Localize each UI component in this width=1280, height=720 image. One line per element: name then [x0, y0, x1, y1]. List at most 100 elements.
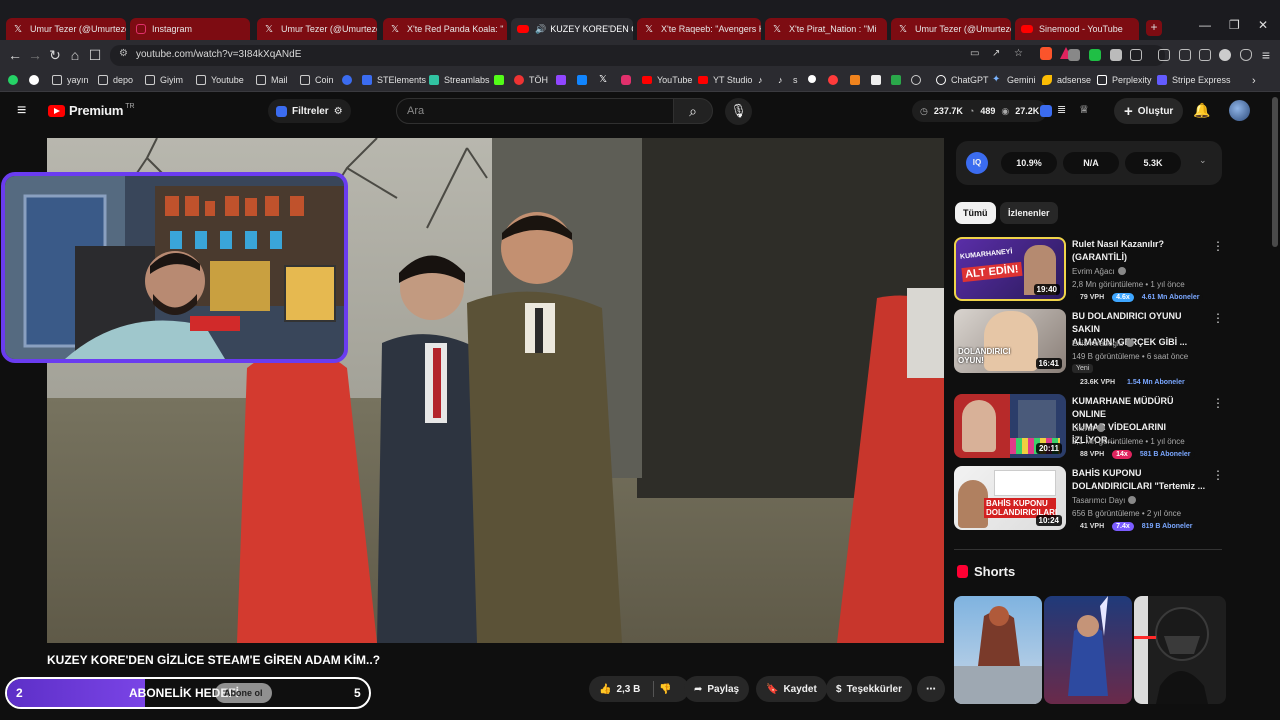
- bookmark-extra[interactable]: [911, 75, 926, 85]
- bookmark-circle[interactable]: [808, 75, 821, 83]
- bookmark-tiktok-2[interactable]: ♪ s: [778, 75, 798, 85]
- more-vertical-icon[interactable]: ⋮: [1212, 468, 1224, 482]
- avatar[interactable]: [1229, 100, 1250, 121]
- extension-1-icon[interactable]: [1068, 49, 1080, 61]
- bookmark-toh[interactable]: TÖH: [514, 75, 548, 85]
- hamburger-menu-icon[interactable]: ≡: [17, 102, 26, 120]
- bookmark-tiktok-1[interactable]: ♪: [758, 75, 773, 85]
- extension-5-icon[interactable]: [1158, 49, 1170, 61]
- video-thumbnail[interactable]: BAHİS KUPONU DOLANDIRICILARI 10:24: [954, 466, 1066, 530]
- bookmark-youtube[interactable]: YouTube: [642, 75, 692, 85]
- bookmark-perplexity[interactable]: Perplexity: [1097, 75, 1152, 85]
- bookmark-bluesky[interactable]: [577, 75, 592, 85]
- leo-icon[interactable]: [1219, 49, 1231, 61]
- close-window-icon[interactable]: ✕: [1258, 18, 1268, 32]
- brave-shield-icon[interactable]: [1040, 47, 1052, 60]
- video-thumbnail[interactable]: KUMARHANEYİ ALT EDİN! 19:40: [954, 237, 1066, 301]
- bookmark-adsense[interactable]: adsense: [1042, 75, 1091, 85]
- chip-watched[interactable]: İzlenenler: [1000, 202, 1058, 224]
- minimize-icon[interactable]: —: [1199, 18, 1211, 32]
- video-thumbnail[interactable]: 20:11: [954, 394, 1066, 458]
- reload-icon[interactable]: ↻: [47, 47, 63, 64]
- short-item-3[interactable]: [1134, 596, 1226, 704]
- bookmark-icon[interactable]: ☐: [87, 47, 103, 64]
- bookmark-streamlabs[interactable]: Streamlabs: [429, 75, 490, 85]
- save-button[interactable]: 🔖 Kaydet: [756, 676, 827, 702]
- recommendation-title[interactable]: BAHİS KUPONU DOLANDIRICILARI "Tertemiz ..…: [1072, 467, 1207, 493]
- bookmark-kick[interactable]: [494, 75, 509, 85]
- more-actions-button[interactable]: ⋯: [917, 676, 945, 702]
- home-icon[interactable]: ⌂: [67, 47, 83, 63]
- bookmark-yt-studio[interactable]: YT Studio: [698, 75, 752, 85]
- voice-search-button[interactable]: 🎙: [725, 98, 752, 125]
- video-thumbnail[interactable]: DOLANDIRICI OYUN! 16:41: [954, 309, 1066, 373]
- bookmark-b[interactable]: [871, 75, 886, 85]
- channel-stats-widget[interactable]: ◷ 237.7K ◔ 489 ◉ 27.2K: [912, 100, 1048, 122]
- bookmark-green[interactable]: [891, 75, 906, 85]
- bookmarks-overflow-icon[interactable]: ›: [1252, 75, 1256, 87]
- badge-icon[interactable]: ♕: [1079, 103, 1089, 116]
- short-item-1[interactable]: [954, 596, 1042, 704]
- stat-pill-3[interactable]: 5.3K: [1125, 152, 1181, 174]
- tab-umur-tezer-3[interactable]: 𝕏 Umur Tezer (@Umurtezer): [891, 18, 1011, 40]
- notifications-bell-icon[interactable]: 🔔: [1193, 102, 1210, 119]
- wallet-icon[interactable]: [1199, 49, 1211, 61]
- chip-all[interactable]: Tümü: [955, 202, 996, 224]
- bookmark-stripe[interactable]: Stripe Express: [1157, 75, 1231, 85]
- bookmark-rss[interactable]: [850, 75, 865, 85]
- tab-raqeeb[interactable]: 𝕏 X'te Raqeeb: "Avengers Ko: [637, 18, 761, 40]
- tab-kuzey-kore[interactable]: 🔊KUZEY KORE'DEN G×: [511, 18, 633, 40]
- menu-icon[interactable]: ≡: [1258, 47, 1274, 63]
- bookmark-folder-depo[interactable]: depo: [98, 75, 133, 85]
- filters-button[interactable]: Filtreler ⚙: [268, 99, 351, 123]
- recommendation-item[interactable]: KUMARHANEYİ ALT EDİN! 19:40 Rulet Nasıl …: [954, 237, 1224, 309]
- youtube-premium-logo[interactable]: Premium TR: [48, 103, 135, 118]
- bookmark-gemini[interactable]: ✦ Gemini: [992, 75, 1036, 86]
- share-button[interactable]: ➦ Paylaş: [684, 676, 750, 702]
- recommendation-item[interactable]: DOLANDIRICI OYUN! 16:41 BU DOLANDIRICI O…: [954, 309, 1224, 387]
- subscribe-button-overlay[interactable]: Abone ol: [215, 683, 272, 703]
- bookmark-chatgpt[interactable]: ChatGPT: [936, 75, 989, 85]
- tab-red-panda[interactable]: 𝕏 X'te Red Panda Koala: ": [383, 18, 507, 40]
- channel-name[interactable]: Literat: [1072, 424, 1106, 433]
- install-icon[interactable]: ▭: [970, 48, 979, 59]
- new-tab-button[interactable]: +: [1146, 20, 1162, 36]
- bookmark-r[interactable]: [342, 75, 357, 85]
- page-scrollbar[interactable]: [1270, 93, 1280, 720]
- bookmark-stelements[interactable]: STElements: [362, 75, 426, 85]
- search-input[interactable]: Ara: [396, 98, 674, 124]
- search-button[interactable]: ⌕: [673, 98, 713, 124]
- sidebar-icon[interactable]: [1179, 49, 1191, 61]
- bookmark-twitch[interactable]: [556, 75, 571, 85]
- short-item-2[interactable]: [1044, 596, 1132, 704]
- recommendation-title[interactable]: Rulet Nasıl Kazanılır? (GARANTİLİ): [1072, 238, 1207, 264]
- more-vertical-icon[interactable]: ⋮: [1212, 239, 1224, 253]
- channel-name[interactable]: Tasarımcı Dayı: [1072, 496, 1137, 505]
- star-icon[interactable]: ☆: [1014, 48, 1023, 59]
- stat-pill-1[interactable]: 10.9%: [1001, 152, 1057, 174]
- create-button[interactable]: + Oluştur: [1114, 98, 1184, 124]
- bookmark-folder-youtube[interactable]: Youtube: [196, 75, 244, 85]
- bookmark-red[interactable]: [828, 75, 843, 85]
- bookmark-x[interactable]: 𝕏: [599, 75, 614, 85]
- restore-icon[interactable]: ❐: [1229, 18, 1240, 32]
- chevron-down-icon[interactable]: ⌄: [1199, 155, 1207, 166]
- bookmark-folder-coin[interactable]: Coin: [300, 75, 334, 85]
- tab-pirat-nation[interactable]: 𝕏 X'te Pirat_Nation : "Mi: [765, 18, 887, 40]
- recommendation-item[interactable]: BAHİS KUPONU DOLANDIRICILARI 10:24 BAHİS…: [954, 466, 1224, 538]
- share-url-icon[interactable]: ↗: [992, 48, 1000, 59]
- bookmark-folder-giyim[interactable]: Giyim: [145, 75, 183, 85]
- more-vertical-icon[interactable]: ⋮: [1212, 396, 1224, 410]
- channel-name[interactable]: Enis Kirazoglu: [1072, 339, 1135, 348]
- tab-umur-tezer-2[interactable]: 𝕏 Umur Tezer (@Umurtezer): [257, 18, 377, 40]
- tab-umur-tezer-1[interactable]: 𝕏 Umur Tezer (@Umurtezer): [6, 18, 126, 40]
- bookmark-folder-yayin[interactable]: yayın: [52, 75, 89, 85]
- extension-4-icon[interactable]: [1130, 49, 1142, 61]
- channel-name[interactable]: Evrim Ağacı: [1072, 267, 1126, 276]
- bookmark-google[interactable]: [29, 75, 44, 85]
- bookmark-whatsapp[interactable]: [8, 75, 23, 85]
- thanks-button[interactable]: $ Teşekkürler: [826, 676, 912, 702]
- extension-3-icon[interactable]: [1110, 49, 1122, 61]
- address-bar[interactable]: ⚙ youtube.com/watch?v=3I84kXqANdE ▭ ↗ ☆: [110, 45, 1165, 66]
- dislike-button[interactable]: 👎: [659, 684, 671, 695]
